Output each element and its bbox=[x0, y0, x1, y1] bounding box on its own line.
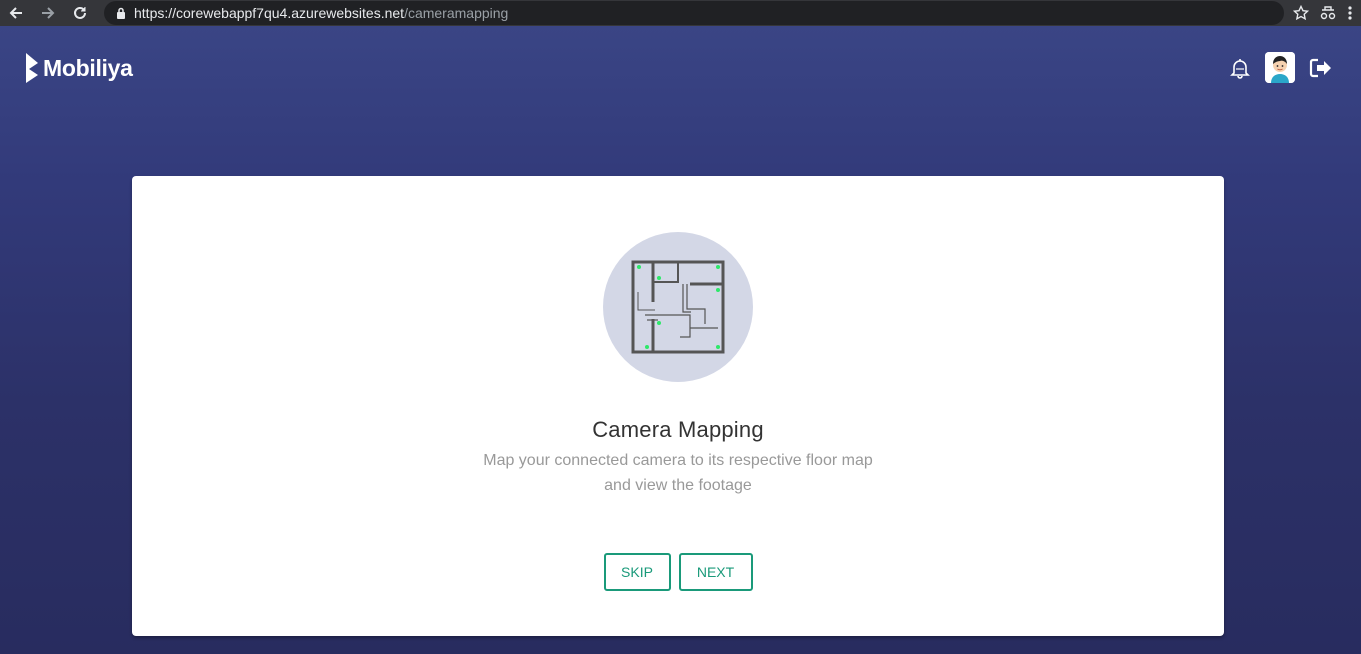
back-arrow-icon bbox=[9, 7, 22, 19]
header-actions bbox=[1229, 52, 1333, 83]
page-description: Map your connected camera to its respect… bbox=[132, 448, 1224, 498]
camera-mapping-card: Camera Mapping Map your connected camera… bbox=[132, 176, 1224, 636]
lock-icon bbox=[117, 7, 125, 19]
menu-dots-icon[interactable] bbox=[1347, 5, 1353, 21]
app-area: Mobiliya Camera Mapping Map your connect… bbox=[0, 26, 1361, 654]
back-button[interactable] bbox=[4, 1, 28, 25]
floor-map-illustration bbox=[603, 232, 753, 382]
star-icon[interactable] bbox=[1293, 5, 1309, 21]
forward-button[interactable] bbox=[36, 1, 60, 25]
skip-button[interactable]: SKIP bbox=[603, 553, 671, 591]
avatar[interactable] bbox=[1265, 52, 1295, 83]
logo[interactable]: Mobiliya bbox=[24, 51, 133, 85]
mobiliya-logo-icon bbox=[26, 53, 38, 83]
extension-icon[interactable] bbox=[1319, 5, 1337, 21]
description-line-2: and view the footage bbox=[604, 477, 752, 494]
url-text: https://corewebappf7qu4.azurewebsites.ne… bbox=[134, 5, 509, 21]
bell-icon[interactable] bbox=[1229, 57, 1251, 79]
browser-toolbar: https://corewebappf7qu4.azurewebsites.ne… bbox=[0, 0, 1361, 26]
browser-actions bbox=[1293, 1, 1353, 25]
reload-button[interactable] bbox=[68, 1, 92, 25]
floor-map-icon bbox=[631, 260, 725, 354]
logo-text: Mobiliya bbox=[43, 54, 133, 81]
logout-icon[interactable] bbox=[1309, 57, 1333, 79]
description-line-1: Map your connected camera to its respect… bbox=[483, 452, 873, 469]
page-title: Camera Mapping bbox=[592, 417, 764, 442]
next-button[interactable]: NEXT bbox=[678, 553, 753, 591]
forward-arrow-icon bbox=[42, 7, 55, 19]
reload-icon bbox=[74, 6, 86, 19]
user-avatar-icon bbox=[1265, 52, 1295, 83]
action-buttons: SKIP NEXT bbox=[132, 553, 1224, 591]
address-bar[interactable]: https://corewebappf7qu4.azurewebsites.ne… bbox=[104, 1, 1284, 25]
